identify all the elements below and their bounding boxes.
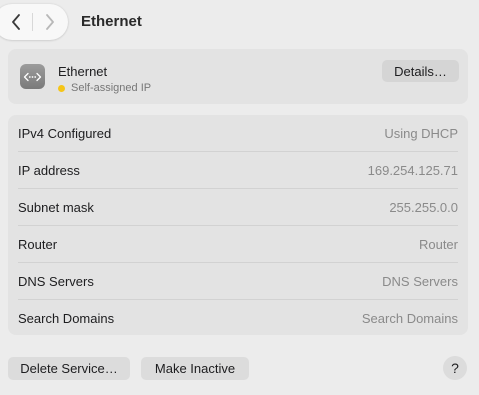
info-row-ipv4-configured: IPv4 Configured Using DHCP bbox=[8, 115, 468, 152]
forward-button[interactable] bbox=[36, 8, 64, 36]
chevron-left-icon bbox=[12, 14, 20, 30]
info-row-search-domains: Search Domains Search Domains bbox=[8, 300, 468, 337]
info-row-ip-address: IP address 169.254.125.71 bbox=[8, 152, 468, 189]
row-label: DNS Servers bbox=[18, 274, 94, 289]
info-row-router: Router Router bbox=[8, 226, 468, 263]
service-header-card: Ethernet Self-assigned IP Details… bbox=[8, 49, 468, 104]
row-value: DNS Servers bbox=[382, 274, 458, 289]
help-button[interactable]: ? bbox=[443, 356, 467, 380]
status-text: Self-assigned IP bbox=[71, 82, 152, 94]
chevron-right-icon bbox=[46, 14, 54, 30]
page-title: Ethernet bbox=[81, 13, 142, 30]
toolbar: Ethernet bbox=[0, 0, 479, 44]
make-inactive-button[interactable]: Make Inactive bbox=[141, 357, 249, 380]
back-button[interactable] bbox=[2, 8, 30, 36]
ethernet-arrows-icon bbox=[20, 64, 45, 89]
row-value: Search Domains bbox=[361, 311, 458, 326]
row-value: Router bbox=[418, 237, 458, 252]
row-label: IPv4 Configured bbox=[18, 126, 112, 141]
status-dot-icon bbox=[58, 84, 65, 92]
service-status: Self-assigned IP bbox=[58, 82, 151, 94]
info-row-subnet-mask: Subnet mask 255.255.0.0 bbox=[8, 189, 468, 226]
navigation-control bbox=[0, 4, 68, 40]
row-value: Using DHCP bbox=[384, 126, 458, 141]
row-label: Search Domains bbox=[18, 311, 115, 326]
row-label: Subnet mask bbox=[18, 200, 94, 215]
info-row-dns-servers: DNS Servers DNS Servers bbox=[8, 263, 468, 300]
row-value: 169.254.125.71 bbox=[367, 163, 458, 178]
nav-divider bbox=[32, 13, 33, 31]
row-value: 255.255.0.0 bbox=[389, 200, 458, 215]
row-label: IP address bbox=[18, 163, 80, 178]
delete-service-button[interactable]: Delete Service… bbox=[8, 357, 130, 380]
service-name: Ethernet bbox=[58, 64, 108, 79]
network-info-list: IPv4 Configured Using DHCP IP address 16… bbox=[8, 115, 468, 335]
details-button[interactable]: Details… bbox=[382, 60, 459, 82]
row-label: Router bbox=[18, 237, 58, 252]
